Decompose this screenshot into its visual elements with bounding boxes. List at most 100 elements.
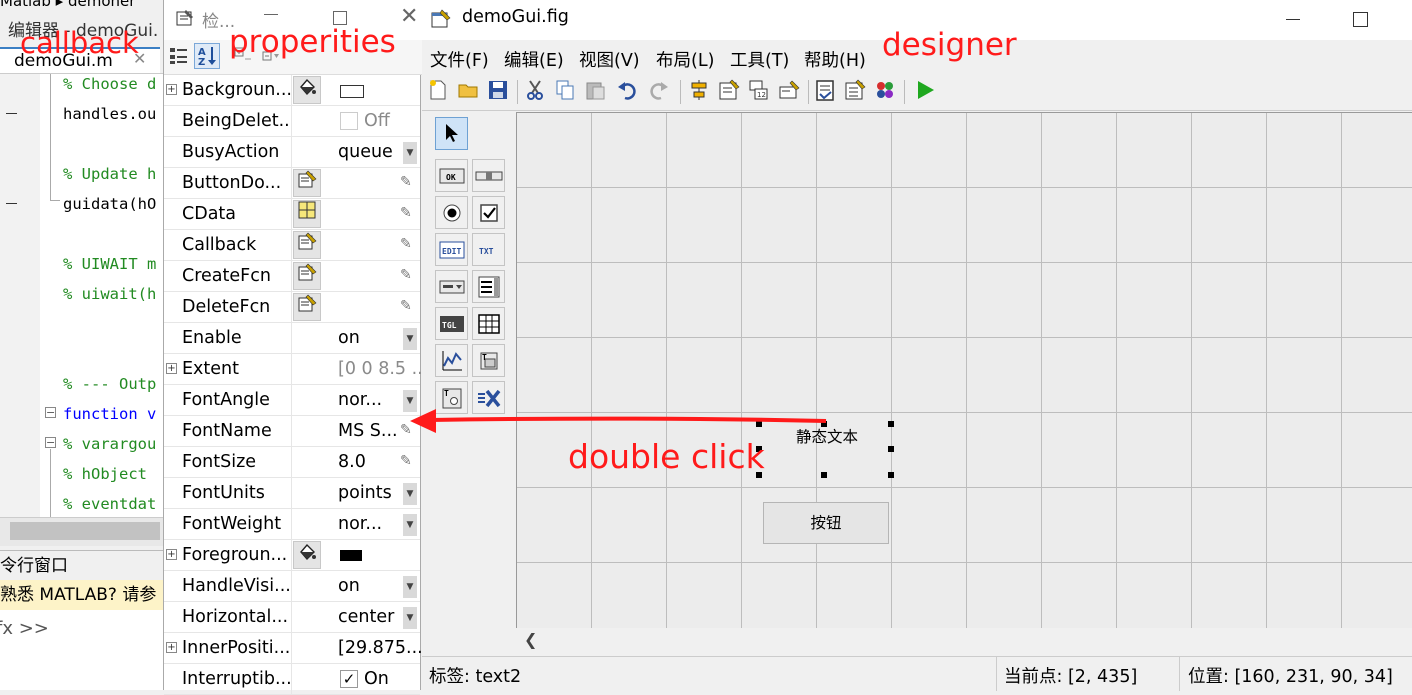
popup-menu-tool-icon[interactable] [435, 270, 468, 303]
property-row[interactable]: Callback ✎ [164, 230, 420, 261]
property-row[interactable]: CreateFcn ✎ [164, 261, 420, 292]
checkbox-tool-icon[interactable] [472, 196, 505, 229]
slider-tool-icon[interactable] [472, 159, 505, 192]
maximize-icon[interactable] [1353, 12, 1368, 27]
property-value[interactable]: center [338, 607, 394, 627]
fold-toggle-icon[interactable]: − [45, 407, 56, 418]
callback-edit-icon[interactable] [293, 262, 321, 290]
cut-icon[interactable] [522, 79, 548, 105]
pencil-icon[interactable]: ✎ [400, 205, 412, 221]
layout-canvas[interactable]: 静态文本 按钮 [516, 112, 1412, 629]
select-arrow-icon[interactable] [435, 117, 468, 150]
dropdown-arrow-icon[interactable]: ▼ [403, 142, 417, 164]
property-row[interactable]: FontUnits points ▼ [164, 478, 420, 509]
fold-toggle-icon[interactable]: − [45, 437, 56, 448]
dropdown-arrow-icon[interactable]: ▼ [403, 390, 417, 412]
categorized-view-icon[interactable] [166, 43, 192, 69]
resize-handle[interactable] [821, 472, 827, 478]
grid-icon[interactable] [293, 200, 321, 228]
property-value[interactable]: MS S... [338, 421, 398, 441]
property-row[interactable]: FontSize 8.0 ✎ [164, 447, 420, 478]
callback-edit-icon[interactable] [293, 293, 321, 321]
menu-file[interactable]: 文件(F) [430, 47, 489, 72]
property-row[interactable]: FontAngle nor... ▼ [164, 385, 420, 416]
command-window[interactable]: fx >> [0, 610, 163, 690]
open-folder-icon[interactable] [455, 79, 481, 105]
dropdown-arrow-icon[interactable]: ▼ [403, 514, 417, 536]
color-swatch[interactable] [340, 550, 362, 561]
property-row[interactable]: FontName MS S... ✎ [164, 416, 420, 447]
editor-icon[interactable] [812, 79, 838, 105]
color-swatch[interactable] [340, 85, 364, 98]
expand-icon[interactable]: + [166, 363, 177, 374]
callback-edit-icon[interactable] [293, 231, 321, 259]
property-value[interactable]: nor... [338, 390, 382, 410]
push-button-tool-icon[interactable]: OK [435, 159, 468, 192]
maximize-icon[interactable] [333, 11, 347, 25]
resize-handle[interactable] [888, 421, 894, 427]
property-row[interactable]: FontWeight nor... ▼ [164, 509, 420, 540]
property-value[interactable]: on [338, 328, 360, 348]
property-row[interactable]: + Backgroun... [164, 75, 420, 106]
undo-icon[interactable] [614, 79, 640, 105]
property-row[interactable]: + Extent [0 0 8.5 ... [164, 354, 428, 385]
property-value[interactable]: nor... [338, 514, 382, 534]
expand-icon[interactable]: + [166, 549, 177, 560]
pencil-icon[interactable]: ✎ [400, 174, 412, 190]
paste-icon[interactable] [582, 79, 608, 105]
listbox-tool-icon[interactable] [472, 270, 505, 303]
callback-edit-icon[interactable] [293, 169, 321, 197]
property-row[interactable]: Enable on ▼ [164, 323, 420, 354]
table-tool-icon[interactable] [472, 307, 505, 340]
paint-bucket-icon[interactable] [293, 541, 321, 569]
property-value[interactable]: 8.0 [338, 452, 366, 472]
breakpoint-dash[interactable] [6, 203, 17, 204]
menu-layout[interactable]: 布局(L) [656, 47, 714, 72]
tab-order-editor-icon[interactable]: 12 [746, 79, 772, 105]
menu-help[interactable]: 帮助(H) [804, 47, 866, 72]
pencil-icon[interactable]: ✎ [400, 267, 412, 283]
pencil-icon[interactable]: ✎ [400, 298, 412, 314]
menu-tools[interactable]: 工具(T) [730, 47, 789, 72]
menu-edit[interactable]: 编辑(E) [504, 47, 564, 72]
push-button-component[interactable]: 按钮 [763, 502, 889, 544]
toolbar-editor-icon[interactable] [776, 79, 802, 105]
scrollbar-thumb[interactable] [10, 522, 160, 540]
code-area[interactable]: − − % Choose d handles.ou % Update h gui… [0, 73, 163, 518]
align-objects-icon[interactable] [686, 79, 712, 105]
property-value[interactable]: on [338, 576, 360, 596]
menu-view[interactable]: 视图(V) [579, 47, 640, 72]
minimize-icon[interactable] [1286, 19, 1300, 20]
property-row[interactable]: BusyAction queue ▼ [164, 137, 420, 168]
object-browser-icon[interactable] [872, 79, 898, 105]
resize-handle[interactable] [821, 421, 827, 427]
axes-tool-icon[interactable] [435, 344, 468, 377]
breakpoint-dash[interactable] [6, 113, 17, 114]
property-row[interactable]: Interruptib... ✓ On [164, 664, 420, 695]
radio-button-tool-icon[interactable] [435, 196, 468, 229]
canvas-horizontal-scrollbar[interactable]: ❮ [516, 628, 1412, 654]
property-row[interactable]: ButtonDo... ✎ [164, 168, 420, 199]
resize-handle[interactable] [888, 472, 894, 478]
toggle-button-tool-icon[interactable]: TGL [435, 307, 468, 340]
property-checkbox[interactable] [340, 112, 358, 130]
static-text-component[interactable]: 静态文本 [762, 425, 892, 475]
property-row[interactable]: + Foregroun... [164, 540, 420, 571]
pencil-icon[interactable]: ✎ [400, 422, 412, 438]
property-checkbox[interactable]: ✓ [340, 670, 358, 688]
new-file-icon[interactable] [425, 79, 451, 105]
dropdown-arrow-icon[interactable]: ▼ [403, 328, 417, 350]
dropdown-arrow-icon[interactable]: ▼ [403, 607, 417, 629]
close-icon[interactable]: ✕ [400, 4, 418, 29]
copy-icon[interactable] [552, 79, 578, 105]
property-row[interactable]: CData ✎ [164, 199, 420, 230]
static-text-tool-icon[interactable]: TXT [472, 233, 505, 266]
scroll-left-icon[interactable]: ❮ [524, 630, 537, 649]
editor-horizontal-scrollbar[interactable] [0, 517, 163, 546]
run-icon[interactable] [912, 79, 938, 105]
property-value[interactable]: points [338, 483, 392, 503]
resize-handle[interactable] [756, 421, 762, 427]
edit-text-tool-icon[interactable]: EDIT [435, 233, 468, 266]
expand-icon[interactable]: + [166, 84, 177, 95]
dropdown-arrow-icon[interactable]: ▼ [403, 483, 417, 505]
